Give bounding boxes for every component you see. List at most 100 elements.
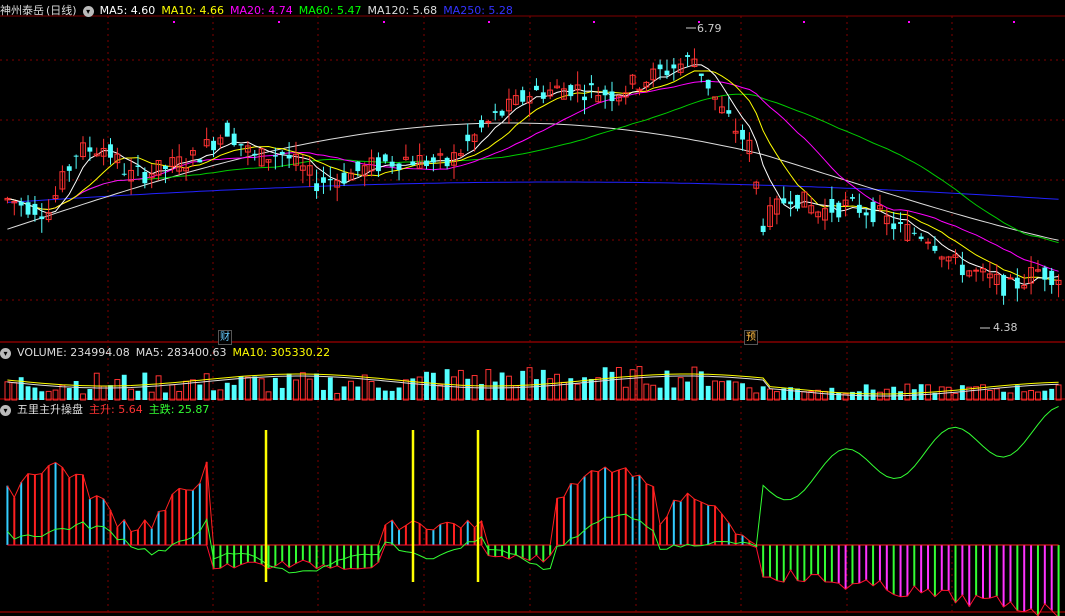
volume-bar xyxy=(870,389,876,400)
candle-body xyxy=(272,155,278,157)
candle-body xyxy=(396,163,402,170)
candle-body xyxy=(891,223,897,230)
financial-report-tag[interactable]: 财 xyxy=(218,330,232,345)
candle-body xyxy=(540,92,546,99)
volume-bar xyxy=(355,386,361,400)
volume-bar xyxy=(732,381,739,401)
candle-body xyxy=(108,144,113,158)
volume-bar xyxy=(155,375,162,401)
candle-body xyxy=(485,121,492,124)
volume-bar xyxy=(66,388,72,400)
volume-bar xyxy=(547,378,554,401)
candle-body xyxy=(121,173,127,175)
candle-body xyxy=(211,140,216,151)
ma-legend: MA5: 4.60 MA10: 4.66 MA20: 4.74 MA60: 5.47 M… xyxy=(100,3,519,19)
volume-label-2: MA10: 305330.22 xyxy=(232,346,331,359)
volume-bar xyxy=(224,382,230,400)
volume-bar xyxy=(306,378,313,401)
candle-body xyxy=(582,96,587,101)
volume-bar xyxy=(299,372,306,401)
volume-bar xyxy=(993,388,1000,401)
candle-body xyxy=(520,90,526,102)
volume-label-1: MA5: 283400.63 xyxy=(135,346,227,359)
candle-body xyxy=(66,166,72,171)
ma250-line xyxy=(7,181,1059,203)
volume-bar xyxy=(1001,391,1007,400)
chevron-down-icon[interactable]: ▾ xyxy=(0,404,11,416)
volume-bar xyxy=(396,387,402,400)
volume-bar xyxy=(685,381,691,400)
volume-bar xyxy=(691,366,698,401)
volume-bar xyxy=(73,380,79,400)
candle-body xyxy=(685,55,691,57)
candle-body xyxy=(321,177,326,183)
period-label[interactable]: (日线) xyxy=(46,3,77,19)
volume-bar xyxy=(39,391,45,400)
candle-body xyxy=(25,202,31,215)
candle-body xyxy=(327,179,333,181)
volume-bar xyxy=(375,387,381,400)
candle-body xyxy=(424,160,429,167)
volume-bar xyxy=(883,388,890,401)
candle-body xyxy=(1001,275,1007,296)
candle-body xyxy=(32,203,38,215)
forecast-tag[interactable]: 预 xyxy=(744,330,758,345)
candle-body xyxy=(87,147,93,152)
volume-bar xyxy=(615,367,622,401)
volume-bar xyxy=(485,369,492,401)
chevron-down-icon[interactable]: ▾ xyxy=(82,5,94,17)
candle-body xyxy=(898,222,903,224)
chevron-down-icon[interactable]: ▾ xyxy=(0,347,11,359)
candle-body xyxy=(657,64,663,70)
indicator-label-1: 主跌: 25.87 xyxy=(148,403,210,416)
volume-bar xyxy=(650,384,657,401)
candle-body xyxy=(430,157,436,163)
volume-bar xyxy=(135,390,141,400)
candle-body xyxy=(568,85,574,97)
stock-chart-canvas[interactable] xyxy=(0,0,1065,616)
candle-body xyxy=(389,161,395,167)
volume-bar xyxy=(93,372,100,401)
volume-bar xyxy=(327,377,333,400)
candle-body xyxy=(911,232,917,234)
candle-body xyxy=(73,155,79,157)
candle-body xyxy=(863,212,869,216)
stock-name[interactable]: 神州泰岳 xyxy=(0,3,44,19)
volume-bar xyxy=(740,383,745,400)
volume-bar xyxy=(163,392,168,400)
candle-body xyxy=(142,171,148,184)
marker-dot xyxy=(173,21,175,23)
volume-panel-header: ▾ VOLUME: 234994.08 MA5: 283400.63 MA10: 3… xyxy=(0,345,336,361)
candle-body xyxy=(1007,277,1014,280)
candle-body xyxy=(534,85,539,91)
candle-body xyxy=(588,83,594,86)
candle-body xyxy=(252,153,258,156)
indicator-legend: 主升: 5.64 主跌: 25.87 xyxy=(89,402,215,418)
candle-body xyxy=(465,134,471,142)
candle-body xyxy=(698,73,704,76)
candle-body xyxy=(1049,270,1055,285)
candle-body xyxy=(39,216,45,220)
candle-body xyxy=(726,110,732,114)
candle-body xyxy=(829,199,835,213)
candle-body xyxy=(760,225,766,232)
volume-bar xyxy=(244,376,251,401)
volume-bar xyxy=(664,370,670,400)
volume-bar xyxy=(657,387,663,400)
volume-bar xyxy=(286,373,292,400)
marker-dot xyxy=(908,21,910,23)
volume-legend: VOLUME: 234994.08 MA5: 283400.63 MA10: 305… xyxy=(17,345,336,361)
candle-body xyxy=(382,154,388,162)
volume-bar xyxy=(252,376,258,400)
volume-bar xyxy=(492,381,498,400)
indicator-name[interactable]: 五里主升操盘 xyxy=(17,402,83,418)
volume-bar xyxy=(114,379,121,401)
volume-bar xyxy=(424,371,429,400)
marker-dot xyxy=(278,21,280,23)
candle-body xyxy=(499,110,505,116)
volume-bar xyxy=(622,386,629,401)
volume-bar xyxy=(540,369,546,400)
candle-body xyxy=(314,183,320,192)
candle-body xyxy=(444,157,450,167)
candle-body xyxy=(286,154,292,159)
